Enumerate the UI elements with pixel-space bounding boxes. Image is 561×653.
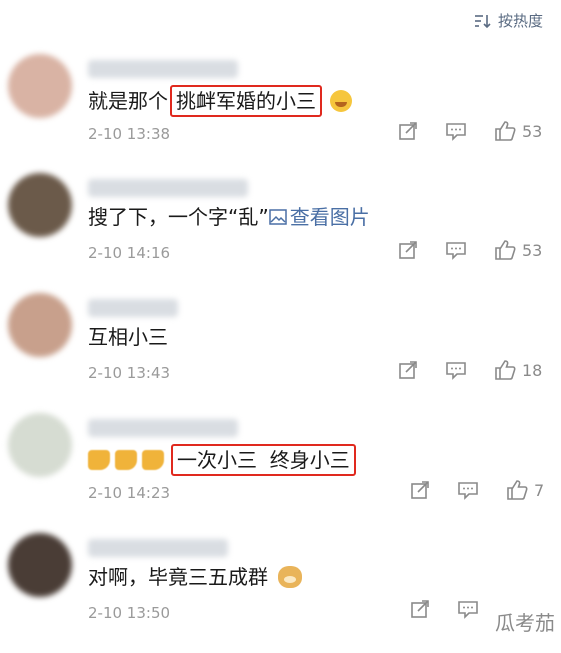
comment-text: 搜了下，一个字“乱” 查看图片 xyxy=(88,204,370,230)
forward-button[interactable] xyxy=(396,240,420,260)
comment-time: 2-10 13:50 xyxy=(88,604,171,622)
forward-button[interactable] xyxy=(396,121,420,141)
watermark: 瓜考茄 xyxy=(495,611,555,635)
laugh-cry-emoji-icon xyxy=(330,90,352,112)
username-blurred[interactable] xyxy=(88,419,238,437)
sort-label: 按热度 xyxy=(497,12,543,30)
share-icon xyxy=(411,600,429,618)
thumbs-down-emoji-icon xyxy=(142,450,164,470)
comment-icon xyxy=(458,482,478,500)
thumbs-up-icon xyxy=(495,240,516,260)
view-image-link[interactable]: 查看图片 xyxy=(268,204,370,230)
comment-text: 对啊，毕竟三五成群 xyxy=(88,564,302,590)
highlighted-text: 一次小三 终身小三 xyxy=(171,444,356,476)
comment-text: 就是那个 挑衅军婚的小三 xyxy=(88,85,352,117)
comment-item: 互相小三 2-10 13:43 18 xyxy=(0,293,561,413)
share-icon xyxy=(399,241,417,259)
reply-button[interactable] xyxy=(444,240,468,260)
share-icon xyxy=(411,481,429,499)
thumbs-up-icon xyxy=(495,360,516,380)
comment-time: 2-10 14:23 xyxy=(88,484,171,502)
like-button[interactable]: 53 xyxy=(494,120,542,142)
like-count: 53 xyxy=(522,121,543,141)
sort-by-hot-button[interactable]: 按热度 xyxy=(474,10,543,31)
image-icon xyxy=(268,209,287,225)
username-blurred[interactable] xyxy=(88,539,228,557)
username-blurred[interactable] xyxy=(88,179,248,197)
avatar[interactable] xyxy=(8,533,72,597)
reply-button[interactable] xyxy=(456,480,480,500)
like-button[interactable]: 18 xyxy=(494,359,542,381)
sort-icon xyxy=(474,14,491,28)
like-count: 7 xyxy=(534,480,545,500)
reply-button[interactable] xyxy=(456,599,480,619)
comment-item: 就是那个 挑衅军婚的小三 2-10 13:38 53 xyxy=(0,54,561,174)
forward-button[interactable] xyxy=(408,599,432,619)
username-blurred[interactable] xyxy=(88,60,238,78)
avatar[interactable] xyxy=(8,173,72,237)
doge-emoji-icon xyxy=(278,566,302,588)
share-icon xyxy=(399,122,417,140)
like-count: 18 xyxy=(522,360,543,380)
forward-button[interactable] xyxy=(408,480,432,500)
like-button[interactable]: 53 xyxy=(494,239,542,261)
comment-item: 一次小三 终身小三 2-10 14:23 7 xyxy=(0,413,561,533)
comment-time: 2-10 14:16 xyxy=(88,244,171,262)
share-icon xyxy=(399,361,417,379)
like-button[interactable]: 7 xyxy=(506,479,544,501)
highlighted-text: 挑衅军婚的小三 xyxy=(170,85,322,117)
avatar[interactable] xyxy=(8,413,72,477)
comment-item: 搜了下，一个字“乱” 查看图片 2-10 14:16 53 xyxy=(0,173,561,293)
comment-icon xyxy=(458,601,478,619)
thumbs-up-icon xyxy=(495,121,516,141)
comment-time: 2-10 13:43 xyxy=(88,364,171,382)
forward-button[interactable] xyxy=(396,360,420,380)
thumbs-up-icon xyxy=(507,480,528,500)
reply-button[interactable] xyxy=(444,360,468,380)
comment-text: 互相小三 xyxy=(88,325,168,349)
comment-time: 2-10 13:38 xyxy=(88,125,171,143)
comment-text: 一次小三 终身小三 xyxy=(88,444,358,476)
username-blurred[interactable] xyxy=(88,299,178,317)
comment-icon xyxy=(446,242,466,260)
thumbs-down-emoji-icon xyxy=(115,450,137,470)
reply-button[interactable] xyxy=(444,121,468,141)
comment-icon xyxy=(446,362,466,380)
comment-icon xyxy=(446,123,466,141)
avatar[interactable] xyxy=(8,293,72,357)
comment-item: 对啊，毕竟三五成群 2-10 13:50 xyxy=(0,533,561,653)
thumbs-down-emoji-icon xyxy=(88,450,110,470)
avatar[interactable] xyxy=(8,54,72,118)
like-count: 53 xyxy=(522,240,543,260)
